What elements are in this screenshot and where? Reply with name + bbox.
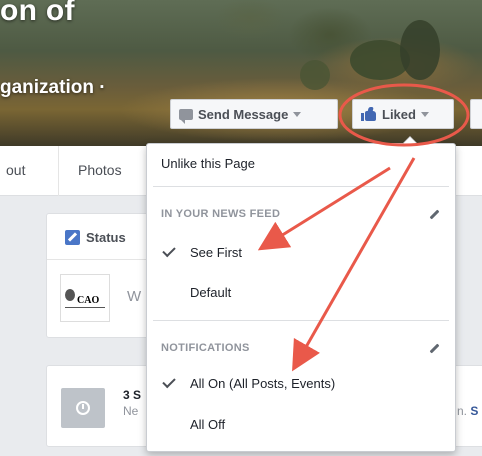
- event-card-link[interactable]: S: [470, 404, 478, 418]
- menu-item-default[interactable]: Default: [147, 285, 455, 305]
- event-card-text-fragment: n.: [457, 404, 468, 418]
- menu-divider: [153, 186, 449, 187]
- avatar-logo-text: CAO: [77, 295, 100, 306]
- menu-item-all-off[interactable]: All Off: [147, 417, 455, 437]
- status-tab[interactable]: Status: [65, 230, 126, 245]
- caret-down-icon: [293, 111, 302, 117]
- send-message-label: Send Message: [198, 106, 289, 122]
- event-thumbnail: [61, 388, 105, 428]
- menu-item-see-first[interactable]: See First: [147, 243, 455, 265]
- pencil-icon[interactable]: [429, 209, 440, 220]
- menu-item-label: All Off: [190, 417, 226, 432]
- notifications-section-header: NOTIFICATIONS: [161, 342, 250, 354]
- status-input[interactable]: W: [127, 288, 141, 305]
- liked-dropdown-menu: Unlike this Page IN YOUR NEWS FEED See F…: [146, 136, 456, 452]
- nav-about[interactable]: out: [6, 162, 25, 178]
- cover-photo: on of ganization · Send Message Liked: [0, 0, 482, 146]
- page-avatar[interactable]: CAO: [60, 274, 110, 322]
- menu-item-label: All On (All Posts, Events): [190, 376, 336, 391]
- liked-label: Liked: [382, 106, 416, 122]
- pencil-icon[interactable]: [429, 343, 440, 354]
- pencil-icon: [65, 230, 80, 245]
- thumbs-up-icon: [361, 107, 377, 121]
- page-category: ganization ·: [0, 77, 106, 98]
- cover-tree: [300, 60, 330, 90]
- menu-item-unlike[interactable]: Unlike this Page: [147, 156, 455, 176]
- event-card-text: n. S: [457, 404, 478, 418]
- event-title[interactable]: 3 S: [123, 388, 141, 402]
- cover-tree: [400, 20, 440, 80]
- check-icon: [162, 374, 176, 389]
- menu-item-all-on[interactable]: All On (All Posts, Events): [147, 374, 455, 396]
- send-message-button[interactable]: Send Message: [170, 99, 338, 129]
- event-subtitle: Ne: [123, 404, 139, 418]
- clock-icon: [76, 401, 90, 415]
- caret-down-icon: [420, 111, 429, 117]
- status-tab-label: Status: [86, 230, 126, 245]
- nav-photos[interactable]: Photos: [78, 162, 122, 178]
- news-feed-section-header: IN YOUR NEWS FEED: [161, 208, 281, 220]
- tree-icon: [65, 289, 75, 301]
- menu-divider: [153, 320, 449, 321]
- menu-item-label: Default: [190, 285, 232, 300]
- more-button[interactable]: [470, 99, 482, 129]
- menu-item-label: See First: [190, 245, 243, 260]
- nav-divider: [58, 146, 59, 196]
- message-icon: [179, 108, 193, 124]
- menu-item-label: Unlike this Page: [161, 156, 255, 171]
- facebook-page-screenshot: on of ganization · Send Message Liked ou…: [0, 0, 482, 456]
- page-title: on of: [0, 0, 75, 27]
- check-icon: [162, 243, 176, 258]
- logo-underline: [65, 307, 105, 308]
- liked-button[interactable]: Liked: [352, 99, 454, 129]
